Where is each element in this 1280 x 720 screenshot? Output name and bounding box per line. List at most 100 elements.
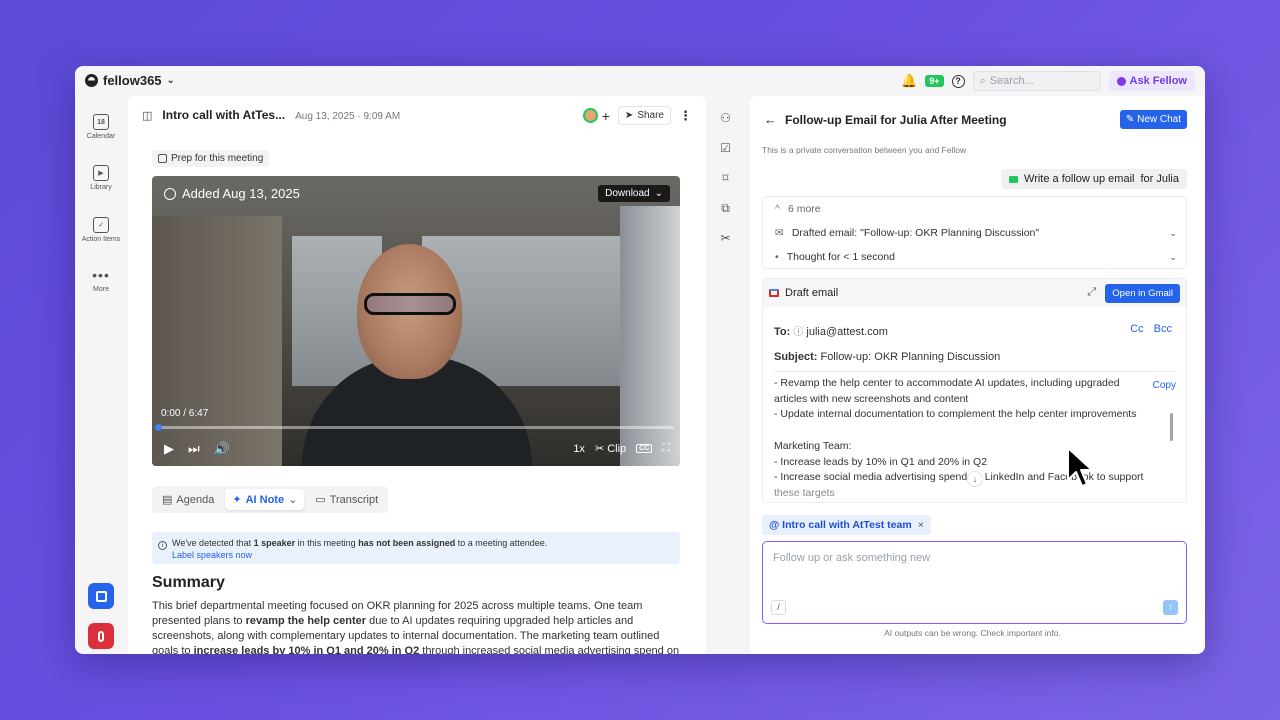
sidebar-toggle-icon[interactable]: ◫ bbox=[142, 109, 152, 122]
app-window: fellow365 ⌄ 🔔 9+ ? ⌕ Search... Ask Fello… bbox=[75, 66, 1205, 654]
user-prompt: Write a follow up email for Julia bbox=[1001, 169, 1187, 189]
subject-value[interactable]: Follow-up: OKR Planning Discussion bbox=[820, 351, 1000, 363]
ask-fellow-panel: ← Follow-up Email for Julia After Meetin… bbox=[750, 96, 1205, 654]
bell-icon[interactable]: 🔔 bbox=[901, 73, 917, 89]
notification-badge[interactable]: 9+ bbox=[925, 75, 944, 87]
clip-label: Clip bbox=[607, 443, 627, 455]
clip-button[interactable]: ✂ Clip bbox=[595, 442, 626, 455]
calendar-icon: 18 bbox=[93, 114, 109, 130]
step-drafted-email[interactable]: ✉ Drafted email: "Follow-up: OKR Plannin… bbox=[775, 227, 1177, 239]
note-tabs: ▤ Agenda ✦ AI Note ⌄ ▭ Transcript bbox=[152, 486, 389, 513]
workspace-switcher[interactable]: fellow365 ⌄ bbox=[85, 73, 175, 88]
bookmark-icon[interactable]: ⌑ bbox=[719, 172, 732, 185]
video-progress-bar[interactable] bbox=[155, 424, 674, 431]
email-to-field: To: ⓘ julia@attest.com bbox=[774, 323, 888, 338]
reasoning-steps: ^ 6 more ✉ Drafted email: "Follow-up: OK… bbox=[762, 196, 1187, 269]
search-placeholder: Search... bbox=[989, 75, 1034, 87]
fellow-ai-icon bbox=[1116, 76, 1126, 86]
to-label: To: bbox=[774, 326, 791, 338]
rail-item-action-items[interactable]: ✓ Action Items bbox=[75, 217, 127, 243]
video-bg-window bbox=[512, 236, 632, 386]
video-progress-knob[interactable] bbox=[155, 424, 162, 431]
playback-speed[interactable]: 1x bbox=[573, 443, 585, 455]
record-button[interactable] bbox=[88, 623, 114, 649]
draft-email-card: Draft email ⤢ Open in Gmail To: ⓘ julia@… bbox=[762, 278, 1187, 503]
new-chat-button[interactable]: ✎ New Chat bbox=[1119, 110, 1187, 129]
slash-command-button[interactable]: / bbox=[771, 600, 786, 615]
summary-text: through increased social media advertisi… bbox=[419, 645, 680, 654]
share-button[interactable]: ➤ Share bbox=[617, 106, 671, 125]
rail-item-more[interactable]: ••• More bbox=[75, 268, 127, 293]
tab-ai-note[interactable]: ✦ AI Note ⌄ bbox=[225, 489, 305, 510]
dot-icon: • bbox=[775, 251, 779, 263]
chat-input[interactable] bbox=[773, 552, 1153, 564]
sparkle-icon: ✦ bbox=[232, 494, 242, 506]
download-button[interactable]: Download ⌄ bbox=[598, 185, 670, 202]
fellow-logo-icon bbox=[85, 74, 98, 87]
video-added-label: Added Aug 13, 2025 bbox=[182, 186, 300, 201]
label-speakers-link[interactable]: Label speakers now bbox=[172, 550, 252, 560]
avatar[interactable] bbox=[582, 108, 598, 123]
meeting-title[interactable]: Intro call with AtTes... bbox=[162, 108, 285, 122]
context-chip-label: @ Intro call with AtTest team bbox=[769, 519, 912, 531]
comments-icon[interactable]: ⧉ bbox=[719, 202, 732, 215]
tab-transcript[interactable]: ▭ Transcript bbox=[308, 489, 385, 510]
search-icon: ⌕ bbox=[979, 74, 986, 87]
scissors-icon[interactable]: ✂ bbox=[719, 232, 732, 245]
context-chip[interactable]: @ Intro call with AtTest team × bbox=[762, 515, 931, 535]
copy-button[interactable]: Copy bbox=[1148, 380, 1176, 391]
scissors-icon: ✂ bbox=[594, 443, 605, 455]
alert-text: in this meeting bbox=[295, 538, 359, 548]
rail-item-calendar[interactable]: 18 Calendar bbox=[75, 114, 127, 140]
captions-icon[interactable]: CC bbox=[636, 444, 653, 453]
tab-agenda[interactable]: ▤ Agenda bbox=[155, 489, 221, 510]
video-player[interactable]: Added Aug 13, 2025 Download ⌄ 0:00 / 6:4… bbox=[152, 176, 680, 466]
share-label: Share bbox=[637, 110, 664, 121]
ask-fellow-button[interactable]: Ask Fellow bbox=[1108, 71, 1195, 91]
chevron-down-icon: ⌄ bbox=[1169, 227, 1177, 238]
email-body-line: Marketing Team: bbox=[774, 439, 852, 452]
fullscreen-icon[interactable]: ⛶ bbox=[662, 442, 670, 455]
email-scrollbar[interactable] bbox=[1170, 413, 1173, 441]
step-thought[interactable]: • Thought for < 1 second ⌄ bbox=[775, 251, 1177, 263]
volume-icon[interactable]: 🔊 bbox=[214, 441, 230, 457]
send-icon: ➤ bbox=[624, 110, 634, 121]
close-icon[interactable]: × bbox=[918, 519, 924, 531]
step-label: 6 more bbox=[787, 203, 821, 215]
checkbox-icon: ✓ bbox=[93, 217, 109, 233]
cc-button[interactable]: Cc bbox=[1130, 323, 1143, 335]
step-more[interactable]: ^ 6 more bbox=[775, 203, 1177, 215]
open-in-gmail-button[interactable]: Open in Gmail bbox=[1105, 284, 1180, 303]
back-arrow-icon[interactable]: ← bbox=[764, 112, 777, 127]
notes-button[interactable] bbox=[88, 583, 114, 609]
checkbox-icon[interactable]: ☑ bbox=[719, 142, 732, 155]
ai-assistant-icon[interactable]: ⚇ bbox=[719, 112, 732, 125]
play-icon[interactable]: ▶ bbox=[164, 441, 174, 457]
expand-icon[interactable]: ⤢ bbox=[1087, 286, 1096, 299]
bcc-button[interactable]: Bcc bbox=[1154, 323, 1172, 335]
kebab-menu-icon[interactable]: ⋮ bbox=[679, 108, 692, 124]
help-icon[interactable]: ? bbox=[951, 74, 965, 88]
send-button[interactable]: ↑ bbox=[1163, 600, 1178, 615]
chevron-down-icon: ⌄ bbox=[1169, 251, 1177, 262]
skip-forward-icon[interactable]: ⏭ bbox=[188, 441, 200, 457]
prep-meeting-button[interactable]: Prep for this meeting bbox=[152, 150, 270, 167]
notes-icon bbox=[95, 590, 107, 602]
add-attendee-icon[interactable]: + bbox=[602, 108, 610, 124]
prep-label: Prep for this meeting bbox=[171, 153, 264, 164]
scroll-down-icon[interactable]: ↓ bbox=[967, 471, 983, 487]
chevron-down-icon: ⌄ bbox=[166, 75, 175, 86]
tab-label: Transcript bbox=[329, 493, 379, 506]
tab-label: Agenda bbox=[176, 493, 215, 506]
rail-item-library[interactable]: ▶ Library bbox=[75, 165, 127, 191]
brand-name: fellow365 bbox=[103, 73, 162, 88]
step-label: Drafted email: "Follow-up: OKR Planning … bbox=[791, 227, 1040, 239]
to-value[interactable]: julia@attest.com bbox=[806, 326, 887, 338]
video-person bbox=[364, 293, 456, 315]
download-label: Download bbox=[605, 188, 650, 199]
chevron-down-icon: ⌄ bbox=[654, 188, 663, 199]
prompt-suffix: for Julia bbox=[1140, 173, 1179, 185]
alert-text: 1 speaker bbox=[253, 538, 296, 548]
search-box[interactable]: ⌕ Search... bbox=[972, 71, 1101, 91]
email-body-line: articles with new screenshots and conten… bbox=[774, 392, 969, 405]
